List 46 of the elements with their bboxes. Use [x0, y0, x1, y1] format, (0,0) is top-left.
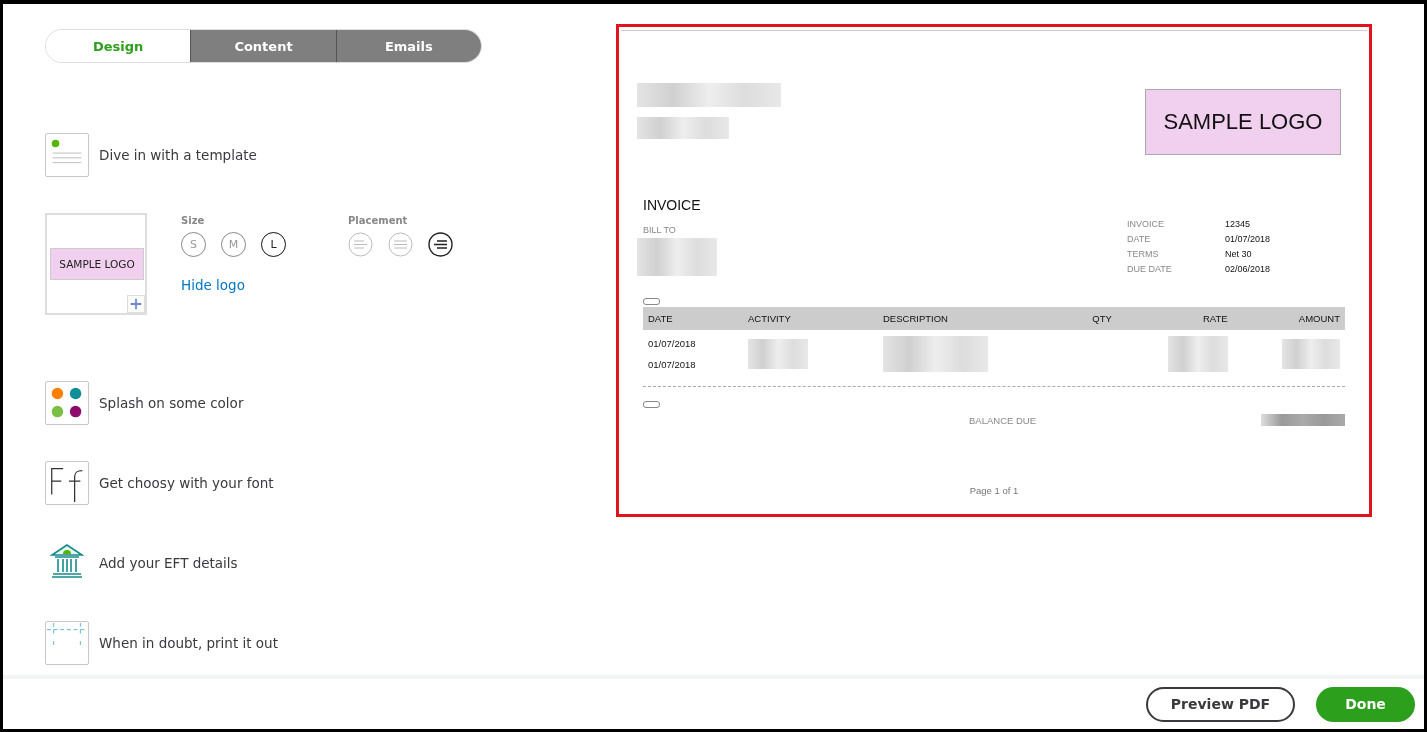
column-header: AMOUNT [1232, 307, 1345, 330]
tab[interactable]: Content [190, 30, 336, 62]
handle-icon[interactable] [643, 298, 660, 305]
meta-value: Net 30 [1225, 249, 1253, 261]
blurred-text [1167, 336, 1228, 372]
column-header: DATE [643, 307, 743, 330]
placement-label: Placement [348, 215, 409, 226]
table-cell-text: 01/07/2018 [648, 338, 697, 349]
handle-icon[interactable] [643, 401, 660, 408]
logo-upload-area[interactable]: SAMPLE LOGO [45, 213, 147, 315]
table-cell-text: 01/07/2018 [648, 359, 697, 370]
step-label[interactable]: Add your EFT details [99, 555, 238, 571]
meta-label: INVOICE [1127, 219, 1165, 231]
step-label[interactable]: Splash on some color [99, 395, 244, 411]
preview-pdf-button[interactable]: Preview PDF [1146, 686, 1295, 722]
step-label[interactable]: Get choosy with your font [99, 475, 274, 491]
sample-logo: SAMPLE LOGO [50, 248, 144, 280]
color-palette-icon [45, 381, 89, 425]
meta-label: DATE [1127, 234, 1152, 246]
sample-logo: SAMPLE LOGO [1145, 89, 1341, 155]
meta-value: 02/06/2018 [1225, 264, 1272, 276]
step-label[interactable]: Dive in with a template [99, 147, 257, 163]
meta-value: 01/07/2018 [1225, 234, 1272, 246]
hide-logo-link[interactable]: Hide logo [181, 277, 453, 293]
balance-due-label: BALANCE DUE [969, 414, 1037, 426]
template-icon [45, 133, 89, 177]
invoice-title: INVOICE [643, 197, 702, 213]
column-header: DESCRIPTION [878, 307, 1069, 330]
size-label: Size [181, 215, 206, 226]
column-header: QTY [1068, 307, 1117, 330]
meta-value: 12345 [1225, 219, 1252, 231]
size-option[interactable]: L [261, 232, 286, 257]
meta-label: TERMS [1127, 249, 1160, 261]
font-icon [45, 461, 89, 505]
blurred-text [748, 339, 808, 369]
column-header: ACTIVITY [743, 307, 878, 330]
placement-option[interactable] [428, 232, 453, 257]
tab[interactable]: Emails [335, 30, 481, 62]
step-label[interactable]: When in doubt, print it out [99, 635, 278, 651]
add-icon[interactable] [127, 295, 145, 313]
page-number: Page 1 of 1 [968, 485, 1020, 496]
meta-label: DUE DATE [1127, 264, 1173, 276]
print-layout-icon [45, 621, 89, 665]
blurred-text [1282, 339, 1340, 369]
column-header: RATE [1116, 307, 1233, 330]
bill-to-label: BILL TO [643, 225, 677, 235]
